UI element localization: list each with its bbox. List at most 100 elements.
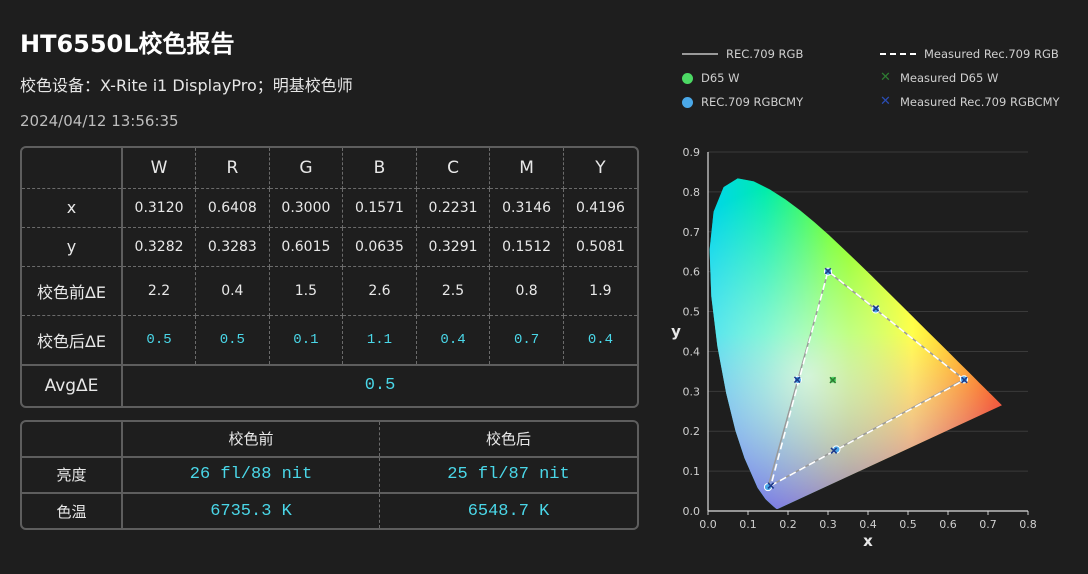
table-cell: 6548.7 K xyxy=(379,492,637,528)
avg-label: AvgΔE xyxy=(22,364,123,406)
y-tick-label: 0.9 xyxy=(683,146,701,159)
y-tick-label: 0.6 xyxy=(683,266,701,279)
y-tick-label: 0.4 xyxy=(683,345,701,358)
x-axis-label: x xyxy=(863,532,873,550)
rec709-rgbcmy-point xyxy=(832,445,841,454)
table-cell: 0.1512 xyxy=(489,226,564,267)
table-cell: 0.6015 xyxy=(268,226,344,267)
table-cell: 25 fl/87 nit xyxy=(379,456,637,495)
table-corner xyxy=(22,422,123,458)
table-cell: 0.4 xyxy=(415,314,491,366)
table-cell: 0.7 xyxy=(489,314,564,366)
col-header-before: 校色前 xyxy=(121,422,380,458)
y-tick-label: 0.0 xyxy=(683,505,701,518)
x-tick-label: 0.0 xyxy=(699,518,717,531)
legend-label: Measured D65 W xyxy=(900,71,999,85)
col-header-w: W xyxy=(121,148,197,189)
col-header-g: G xyxy=(268,148,344,189)
table-row: 色温 6735.3 K 6548.7 K xyxy=(22,492,637,528)
table-cell: 0.3000 xyxy=(268,187,344,228)
table-cell: 1.9 xyxy=(562,265,637,316)
table-cell: 0.6408 xyxy=(195,187,270,228)
blue-dot-icon xyxy=(682,96,693,108)
table-cell: 0.3283 xyxy=(195,226,270,267)
x-tick-label: 0.1 xyxy=(739,518,757,531)
row-label: 校色后ΔE xyxy=(22,314,123,366)
x-tick-label: 0.7 xyxy=(979,518,997,531)
device-line: 校色设备：X-Rite i1 DisplayPro；明基校色师 xyxy=(20,76,353,95)
table-cell: 0.0635 xyxy=(342,226,417,267)
table-row: y 0.3282 0.3283 0.6015 0.0635 0.3291 0.1… xyxy=(22,226,637,267)
col-header-r: R xyxy=(195,148,270,189)
measurement-table: W R G B C M Y x 0.3120 0.6408 0.3000 0.1… xyxy=(20,146,639,408)
row-label: 色温 xyxy=(22,492,123,528)
legend-rec709-rgb: REC.709 RGB xyxy=(682,47,803,61)
table-cell: 0.1571 xyxy=(342,187,417,228)
row-label: y xyxy=(22,226,123,267)
row-label: 亮度 xyxy=(22,456,123,495)
table-cell: 0.3282 xyxy=(121,226,197,267)
table-row: x 0.3120 0.6408 0.3000 0.1571 0.2231 0.3… xyxy=(22,187,637,228)
x-tick-label: 0.8 xyxy=(1019,518,1037,531)
legend-measured-rec709-rgbcmy: ✕ Measured Rec.709 RGBCMY xyxy=(880,95,1060,109)
cie-chromaticity-chart: 0.0 0.1 0.2 0.3 0.4 0.5 0.6 0.7 0.8 0.9 0.0 0.1 0.2 0… xyxy=(671,146,1037,550)
avg-value: 0.5 xyxy=(121,364,637,406)
timestamp: 2024/04/12 13:56:35 xyxy=(20,112,179,130)
y-tick-label: 0.5 xyxy=(683,306,701,319)
table-cell: 2.6 xyxy=(342,265,417,316)
brightness-temperature-table: 校色前 校色后 亮度 26 fl/88 nit 25 fl/87 nit 色温 … xyxy=(20,420,639,530)
x-tick-label: 0.3 xyxy=(819,518,837,531)
table-cell: 0.4196 xyxy=(562,187,637,228)
table-row: 校色前ΔE 2.2 0.4 1.5 2.6 2.5 0.8 1.9 xyxy=(22,265,637,316)
table-cell: 0.8 xyxy=(489,265,564,316)
y-tick-label: 0.8 xyxy=(683,186,701,199)
dashed-line-icon xyxy=(880,53,916,55)
row-label: 校色前ΔE xyxy=(22,265,123,316)
table-cell: 0.2231 xyxy=(415,187,491,228)
x-mark-icon: ✕ xyxy=(880,94,891,109)
table-cell: 0.3146 xyxy=(489,187,564,228)
legend-measured-rec709-rgb: Measured Rec.709 RGB xyxy=(880,47,1059,61)
table-cell: 2.5 xyxy=(415,265,491,316)
table-cell: 0.4 xyxy=(195,265,270,316)
legend-label: Measured Rec.709 RGB xyxy=(924,47,1059,61)
table-cell: 0.5 xyxy=(121,314,197,366)
legend-measured-d65w: ✕ Measured D65 W xyxy=(880,71,998,85)
table-corner xyxy=(22,148,123,189)
spectral-locus-fill xyxy=(709,178,1002,510)
row-label: x xyxy=(22,187,123,228)
y-tick-label: 0.1 xyxy=(683,465,701,478)
table-cell: 26 fl/88 nit xyxy=(121,456,380,495)
x-tick-label: 0.5 xyxy=(899,518,917,531)
table-cell: 0.3291 xyxy=(415,226,491,267)
table-row: 校色后ΔE 0.5 0.5 0.1 1.1 0.4 0.7 0.4 xyxy=(22,314,637,366)
table-cell: 6735.3 K xyxy=(121,492,380,528)
legend-label: REC.709 RGBCMY xyxy=(701,95,804,109)
y-tick-label: 0.2 xyxy=(683,425,701,438)
table-row: 亮度 26 fl/88 nit 25 fl/87 nit xyxy=(22,456,637,495)
x-tick-label: 0.4 xyxy=(859,518,877,531)
green-dot-icon xyxy=(682,72,693,84)
table-cell: 0.3120 xyxy=(121,187,197,228)
x-tick-label: 0.2 xyxy=(779,518,797,531)
legend-label: Measured Rec.709 RGBCMY xyxy=(900,95,1060,109)
legend-label: REC.709 RGB xyxy=(726,47,804,61)
solid-line-icon xyxy=(682,53,718,55)
legend-d65w: D65 W xyxy=(682,71,740,85)
y-tick-label: 0.7 xyxy=(683,226,701,239)
table-cell: 2.2 xyxy=(121,265,197,316)
col-header-after: 校色后 xyxy=(379,422,637,458)
legend-rec709-rgbcmy: REC.709 RGBCMY xyxy=(682,95,803,109)
y-tick-label: 0.3 xyxy=(683,385,701,398)
y-axis-label: y xyxy=(671,323,681,341)
x-mark-icon: ✕ xyxy=(880,70,891,85)
table-cell: 1.1 xyxy=(342,314,417,366)
col-header-b: B xyxy=(342,148,417,189)
col-header-y: Y xyxy=(562,148,637,189)
table-cell: 0.1 xyxy=(268,314,344,366)
col-header-c: C xyxy=(415,148,491,189)
table-cell: 1.5 xyxy=(268,265,344,316)
avg-row: AvgΔE 0.5 xyxy=(22,364,637,406)
col-header-m: M xyxy=(489,148,564,189)
table-cell: 0.5 xyxy=(195,314,270,366)
